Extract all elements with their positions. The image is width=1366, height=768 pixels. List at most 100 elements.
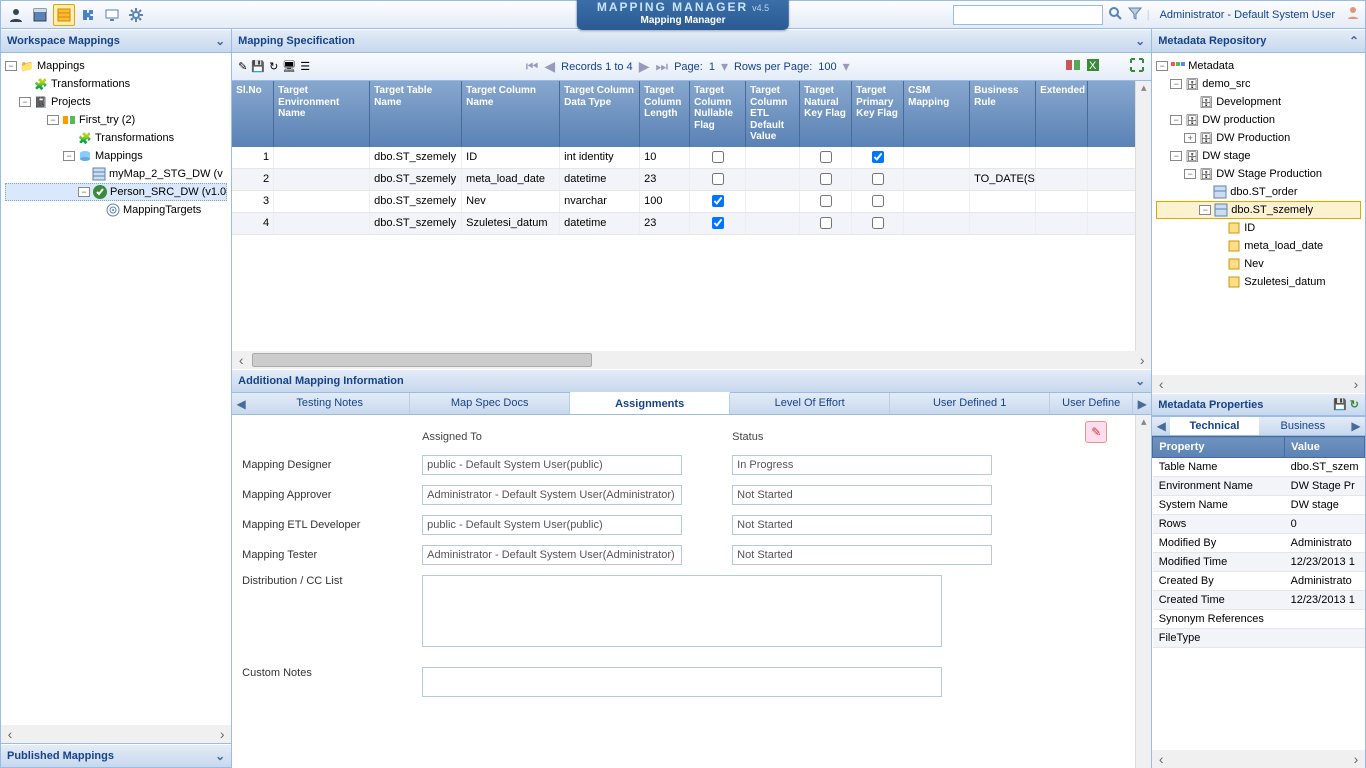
- chevron-down-icon[interactable]: ⌄: [1135, 374, 1145, 388]
- primary-key-checkbox[interactable]: [872, 217, 884, 229]
- tree-projects[interactable]: −📓Projects: [5, 93, 227, 111]
- props-row[interactable]: Environment NameDW Stage Pr: [1153, 477, 1365, 496]
- props-row[interactable]: Created Time12/23/2013 1: [1153, 591, 1365, 610]
- primary-key-checkbox[interactable]: [872, 173, 884, 185]
- user-badge-icon[interactable]: [1345, 5, 1361, 24]
- grid-icon[interactable]: [53, 4, 75, 26]
- tabs-scroll-right-icon[interactable]: ▶: [1133, 393, 1151, 414]
- rtree-dw-stage[interactable]: −🗄DW stage: [1156, 147, 1361, 165]
- rpp-dropdown-icon[interactable]: ▾: [843, 58, 850, 75]
- tree-mappings[interactable]: −📁Mappings: [5, 57, 227, 75]
- rtree-hscroll[interactable]: ‹›: [1152, 375, 1365, 393]
- props-row[interactable]: Table Namedbo.ST_szem: [1153, 458, 1365, 477]
- props-hscroll[interactable]: ‹›: [1152, 750, 1365, 768]
- rtree-col-szul[interactable]: Szuletesi_datum: [1156, 273, 1361, 291]
- tab-assignments[interactable]: Assignments: [570, 392, 730, 414]
- metadata-repo-header[interactable]: Metadata Repository⌃: [1152, 29, 1365, 53]
- rtree-col-meta[interactable]: meta_load_date: [1156, 237, 1361, 255]
- published-mappings-header[interactable]: Published Mappings⌄: [1, 744, 231, 768]
- designer-status-input[interactable]: [732, 455, 992, 475]
- chevron-down-icon[interactable]: ⌄: [1135, 34, 1145, 48]
- nullable-checkbox[interactable]: [712, 217, 724, 229]
- excel-icon[interactable]: X: [1085, 57, 1101, 76]
- table-row[interactable]: 2dbo.ST_szemelymeta_load_datedatetime23T…: [232, 169, 1135, 191]
- primary-key-checkbox[interactable]: [872, 151, 884, 163]
- tree-transformations[interactable]: 🧩Transformations: [5, 75, 227, 93]
- user-icon[interactable]: [5, 4, 27, 26]
- tab-testing-notes[interactable]: Testing Notes: [250, 393, 410, 414]
- rtree-metadata[interactable]: −Metadata: [1156, 57, 1361, 75]
- approver-assigned-input[interactable]: [422, 485, 682, 505]
- natural-key-checkbox[interactable]: [820, 195, 832, 207]
- nullable-checkbox[interactable]: [712, 151, 724, 163]
- primary-key-checkbox[interactable]: [872, 195, 884, 207]
- gear-icon[interactable]: [125, 4, 147, 26]
- window-icon[interactable]: [29, 4, 51, 26]
- props-row[interactable]: Created ByAdministrato: [1153, 572, 1365, 591]
- tab-level-of-effort[interactable]: Level Of Effort: [730, 393, 890, 414]
- rtree-st-szemely[interactable]: −dbo.ST_szemely: [1156, 201, 1361, 219]
- expand-icon[interactable]: [1129, 57, 1145, 76]
- assign-vscroll[interactable]: ▴: [1135, 415, 1151, 768]
- props-row[interactable]: Rows0: [1153, 515, 1365, 534]
- tab-user-defined-x[interactable]: User Define: [1050, 393, 1133, 414]
- save-props-icon[interactable]: 💾: [1333, 399, 1347, 411]
- etl-icon[interactable]: [1065, 57, 1081, 76]
- refresh-props-icon[interactable]: ↻: [1350, 399, 1359, 411]
- tree-transformations-2[interactable]: 🧩Transformations: [5, 129, 227, 147]
- rtree-col-id[interactable]: ID: [1156, 219, 1361, 237]
- tab-user-defined-1[interactable]: User Defined 1: [890, 393, 1050, 414]
- tree-mymap[interactable]: myMap_2_STG_DW (v: [5, 165, 227, 183]
- distribution-textarea[interactable]: [422, 575, 942, 647]
- natural-key-checkbox[interactable]: [820, 173, 832, 185]
- tab-technical[interactable]: Technical: [1170, 417, 1258, 435]
- props-row[interactable]: Synonym References: [1153, 610, 1365, 629]
- save-icon[interactable]: 💾: [251, 60, 265, 73]
- first-page-icon[interactable]: ⏮: [526, 58, 539, 75]
- rtree-development[interactable]: 🗄Development: [1156, 93, 1361, 111]
- etl-assigned-input[interactable]: [422, 515, 682, 535]
- approver-status-input[interactable]: [732, 485, 992, 505]
- props-row[interactable]: Modified ByAdministrato: [1153, 534, 1365, 553]
- rtree-dw-stage-prod[interactable]: −🗄DW Stage Production: [1156, 165, 1361, 183]
- tester-status-input[interactable]: [732, 545, 992, 565]
- rtree-demo-src[interactable]: −🗄demo_src: [1156, 75, 1361, 93]
- tester-assigned-input[interactable]: [422, 545, 682, 565]
- filter-icon[interactable]: [1127, 5, 1143, 24]
- designer-assigned-input[interactable]: [422, 455, 682, 475]
- tree-person-src[interactable]: −Person_SRC_DW (v1.0: [5, 183, 227, 201]
- natural-key-checkbox[interactable]: [820, 151, 832, 163]
- natural-key-checkbox[interactable]: [820, 217, 832, 229]
- tree-first-try[interactable]: −First_try (2): [5, 111, 227, 129]
- vertical-scrollbar[interactable]: ▴: [1135, 81, 1151, 351]
- table-row[interactable]: 4dbo.ST_szemelySzuletesi_datumdatetime23: [232, 213, 1135, 235]
- edit-assignments-button[interactable]: ✎: [1085, 421, 1107, 443]
- rtree-col-nev[interactable]: Nev: [1156, 255, 1361, 273]
- tabs-scroll-left-icon[interactable]: ◀: [232, 393, 250, 414]
- search-icon[interactable]: [1107, 5, 1123, 24]
- chevron-down-icon[interactable]: ⌄: [215, 749, 225, 763]
- rtree-dw-production-2[interactable]: +🗄DW Production: [1156, 129, 1361, 147]
- rtree-st-order[interactable]: dbo.ST_order: [1156, 183, 1361, 201]
- nullable-checkbox[interactable]: [712, 195, 724, 207]
- etl-status-input[interactable]: [732, 515, 992, 535]
- nullable-checkbox[interactable]: [712, 173, 724, 185]
- table-row[interactable]: 3dbo.ST_szemelyNevnvarchar100: [232, 191, 1135, 213]
- props-row[interactable]: FileType: [1153, 629, 1365, 648]
- rtree-dw-production[interactable]: −🗄DW production: [1156, 111, 1361, 129]
- refresh-icon[interactable]: ↻: [269, 60, 278, 73]
- props-scroll-right-icon[interactable]: ▶: [1347, 417, 1365, 435]
- next-page-icon[interactable]: ▶: [639, 58, 650, 75]
- chevron-down-icon[interactable]: ⌄: [215, 34, 225, 48]
- grid-hscroll[interactable]: ‹›: [232, 351, 1151, 369]
- puzzle-icon[interactable]: [77, 4, 99, 26]
- tree-mappings-2[interactable]: −Mappings: [5, 147, 227, 165]
- search-input[interactable]: [953, 5, 1103, 25]
- prev-page-icon[interactable]: ◀: [544, 58, 555, 75]
- props-row[interactable]: System NameDW stage: [1153, 496, 1365, 515]
- tab-map-spec-docs[interactable]: Map Spec Docs: [410, 393, 570, 414]
- chevron-up-icon[interactable]: ⌃: [1349, 34, 1359, 48]
- last-page-icon[interactable]: ⏭: [655, 58, 668, 75]
- custom-notes-textarea[interactable]: [422, 667, 942, 697]
- screen-icon[interactable]: [101, 4, 123, 26]
